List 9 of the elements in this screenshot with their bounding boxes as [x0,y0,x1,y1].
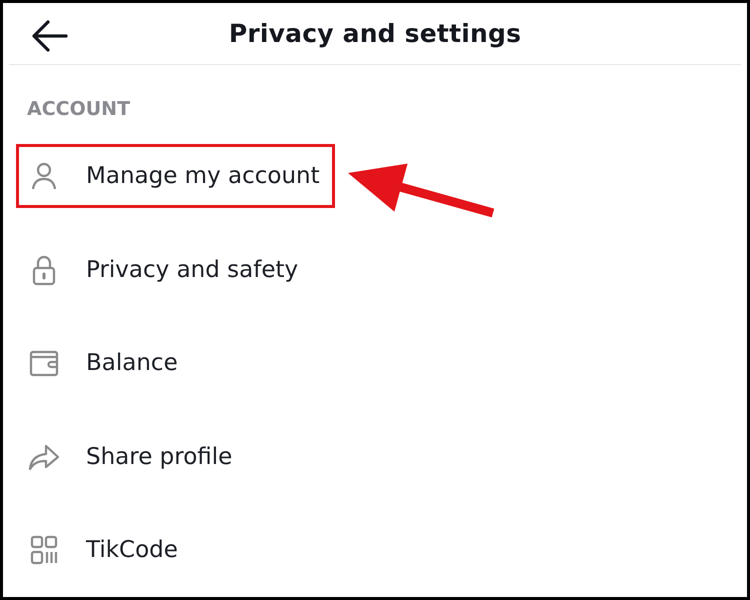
highlighted-menu-item[interactable]: Manage my account [16,144,335,208]
page-title: Privacy and settings [228,18,522,48]
section-label: ACCOUNT [27,98,130,120]
menu-item[interactable]: TikCode [16,518,193,582]
menu-item[interactable]: Privacy and safety [16,238,314,302]
code-icon [28,534,60,566]
back-arrow-icon [31,19,69,53]
menu-item[interactable]: Share profile [16,424,248,489]
menu-item[interactable]: Balance [16,331,193,396]
